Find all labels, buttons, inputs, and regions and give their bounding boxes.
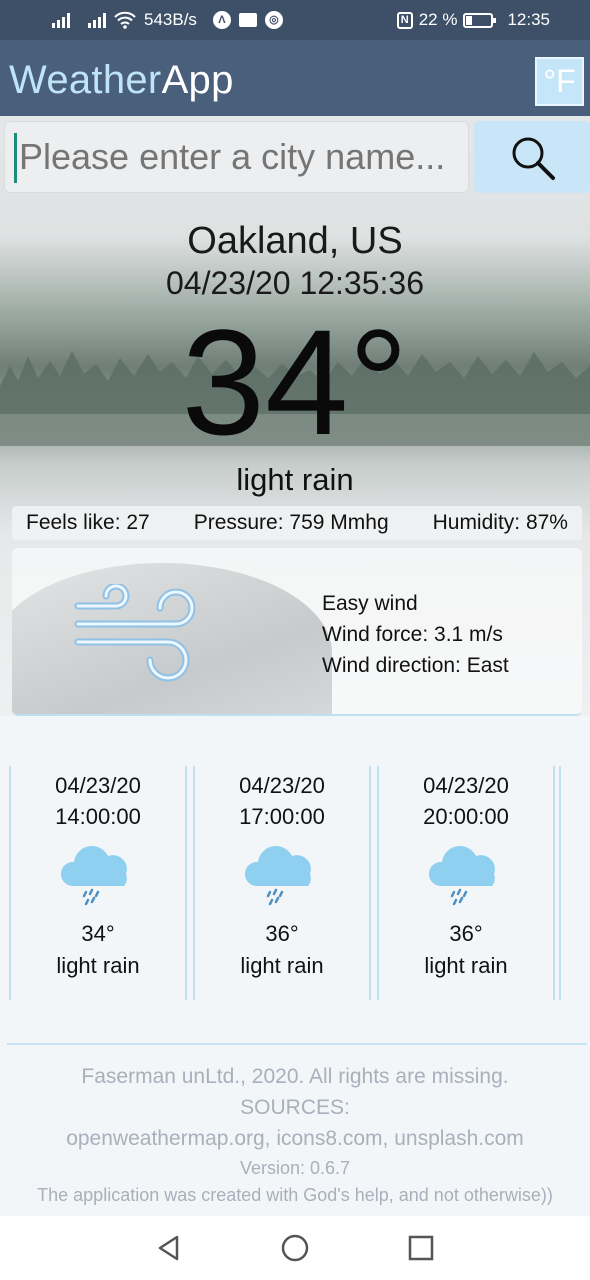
forecast-time: 20:00:00 <box>423 804 509 829</box>
status-right: N 22 % 12:35 <box>396 10 550 30</box>
signal-icon <box>52 12 70 28</box>
wifi-icon <box>114 11 136 29</box>
app-title: WeatherApp <box>9 58 234 103</box>
text-cursor <box>14 133 17 183</box>
forecast-card: 04/23/20 20:00:00 36° light rain <box>377 766 555 1000</box>
footer-sources-label: SOURCES: <box>240 1096 350 1119</box>
humidity: Humidity: 87% <box>432 511 568 534</box>
wind-direction: Wind direction: East <box>322 654 509 677</box>
wind-description: Easy wind <box>322 592 418 615</box>
feels-like: Feels like: 27 <box>26 511 150 534</box>
wind-details: Easy wind Wind force: 3.1 m/s Wind direc… <box>322 588 509 681</box>
forecast-temp: 36° <box>265 921 299 946</box>
forecast-condition: light rain <box>424 953 508 978</box>
current-datetime: 04/23/20 12:35:36 <box>165 265 424 301</box>
mail-icon <box>238 13 257 27</box>
forecast-condition: light rain <box>56 953 140 978</box>
recents-icon[interactable] <box>407 1234 435 1262</box>
forecast-date: 04/23/20 <box>423 773 509 798</box>
forecast-temp: 34° <box>81 921 115 946</box>
footer-sources: openweathermap.org, icons8.com, unsplash… <box>66 1127 524 1150</box>
wind-icon <box>74 584 196 682</box>
chrome-icon: ◎ <box>264 11 283 29</box>
forecast-time: 14:00:00 <box>55 804 141 829</box>
system-nav-bar <box>0 1216 590 1280</box>
city-name: Oakland, US <box>187 220 403 262</box>
current-temperature: 34° <box>181 298 409 466</box>
battery-percent: 22 % <box>418 10 458 29</box>
forecast-date: 04/23/20 <box>55 773 141 798</box>
rain-cloud-icon <box>428 846 495 906</box>
back-icon[interactable] <box>155 1234 183 1262</box>
city-search-input[interactable] <box>4 121 469 193</box>
nfc-icon: N <box>396 11 413 29</box>
current-condition: light rain <box>236 462 354 497</box>
forecast-card: 04/23/20 14:00:00 34° light rain <box>9 766 187 1000</box>
status-left: 543B/s Λ ◎ <box>52 10 283 30</box>
footer-version: Version: 0.6.7 <box>239 1158 351 1178</box>
clock: 12:35 <box>507 10 550 29</box>
footer-copyright: Faserman unLtd., 2020. All rights are mi… <box>81 1065 509 1088</box>
app-title-weather: Weather <box>9 58 162 102</box>
pressure: Pressure: 759 Mmhg <box>193 511 389 534</box>
net-speed: 543B/s <box>144 10 197 29</box>
forecast-condition: light rain <box>240 953 324 978</box>
wind-card: Easy wind Wind force: 3.1 m/s Wind direc… <box>12 548 582 716</box>
forecast-card: 04/23/20 17:00:00 36° light rain <box>193 766 371 1000</box>
forecast-temp: 36° <box>449 921 483 946</box>
wind-force: Wind force: 3.1 m/s <box>322 623 503 646</box>
status-bar: 543B/s Λ ◎ N 22 % 12:35 <box>0 0 590 40</box>
signal-icon <box>88 12 106 28</box>
weather-stats: Feels like: 27 Pressure: 759 Mmhg Humidi… <box>12 506 582 540</box>
forecast-scroll-edge <box>559 766 561 1000</box>
forecast-date: 04/23/20 <box>239 773 325 798</box>
footer-divider <box>7 1043 587 1045</box>
forecast-list: 04/23/20 14:00:00 34° light rain 04/23/2… <box>9 766 561 1000</box>
footer-note: The application was created with God's h… <box>37 1185 553 1205</box>
forecast-time: 17:00:00 <box>239 804 325 829</box>
app-title-app: App <box>161 58 234 102</box>
app-bar: WeatherApp °F <box>0 40 590 116</box>
rain-cloud-icon <box>244 846 311 906</box>
battery-icon <box>463 12 497 28</box>
search-button[interactable] <box>474 121 590 193</box>
app-icon: Λ <box>212 11 231 29</box>
search-icon <box>512 137 555 180</box>
home-icon[interactable] <box>281 1234 309 1262</box>
unit-toggle-button[interactable]: °F <box>535 57 584 106</box>
rain-cloud-icon <box>60 846 127 906</box>
